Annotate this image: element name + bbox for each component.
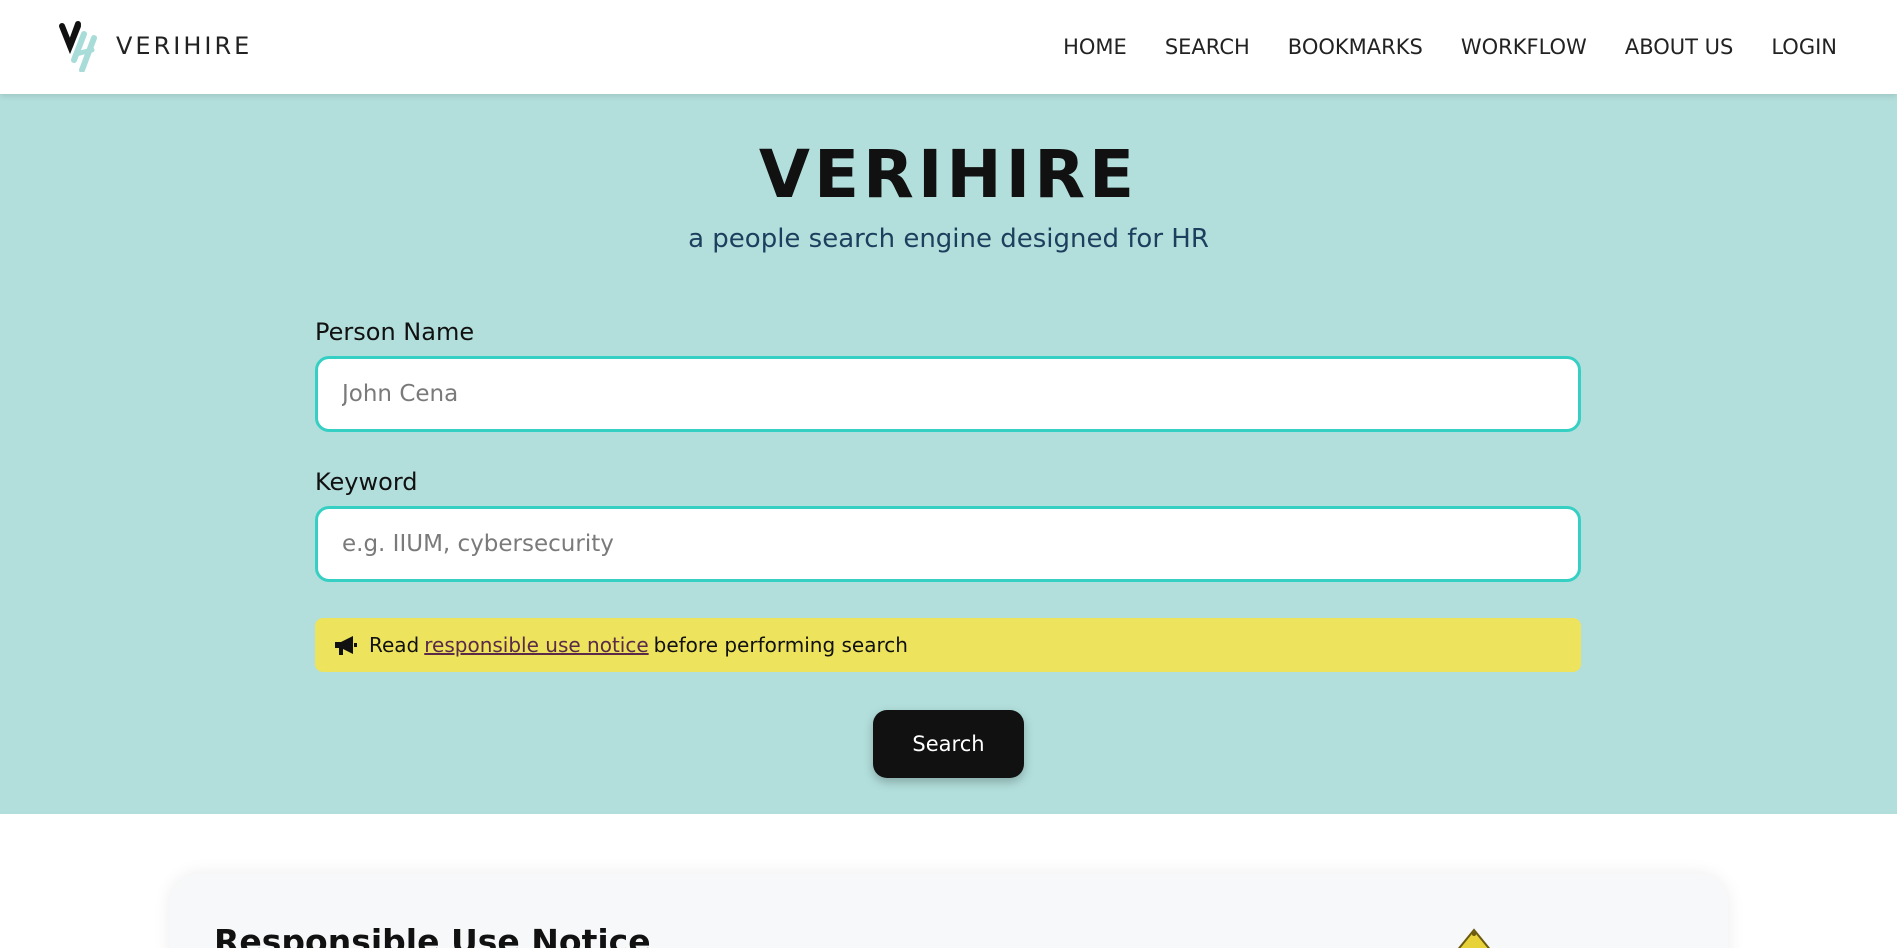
top-navbar: VERIHIRE HOME SEARCH BOOKMARKS WORKFLOW … [0,0,1897,94]
search-button[interactable]: Search [873,710,1024,778]
main-nav: HOME SEARCH BOOKMARKS WORKFLOW ABOUT US … [1063,0,1837,94]
nav-login[interactable]: LOGIN [1771,35,1837,59]
tag-illustration-icon [1457,928,1491,948]
nav-home[interactable]: HOME [1063,35,1127,59]
verihire-logo-icon [59,21,97,72]
notice-suffix: before performing search [653,633,908,657]
page-subtitle: a people search engine designed for HR [688,224,1209,254]
nav-workflow[interactable]: WORKFLOW [1461,35,1587,59]
keyword-label: Keyword [315,468,418,496]
nav-search[interactable]: SEARCH [1165,35,1250,59]
hero-search-section: VERIHIRE a people search engine designed… [0,94,1897,814]
responsible-use-link[interactable]: responsible use notice [424,633,648,657]
nav-about-us[interactable]: ABOUT US [1625,35,1734,59]
nav-bookmarks[interactable]: BOOKMARKS [1288,35,1423,59]
brand-logo[interactable]: VERIHIRE [58,20,252,72]
person-name-input[interactable] [315,356,1581,432]
brand-name: VERIHIRE [116,32,253,60]
keyword-input[interactable] [315,506,1581,582]
person-name-label: Person Name [315,318,475,346]
megaphone-icon [335,636,357,655]
page-title: VERIHIRE [758,136,1139,213]
notice-prefix: Read [369,633,420,657]
responsible-use-card: Responsible Use Notice [170,874,1728,948]
responsible-use-banner: Read responsible use notice before perfo… [315,618,1581,672]
card-title: Responsible Use Notice [214,922,651,948]
